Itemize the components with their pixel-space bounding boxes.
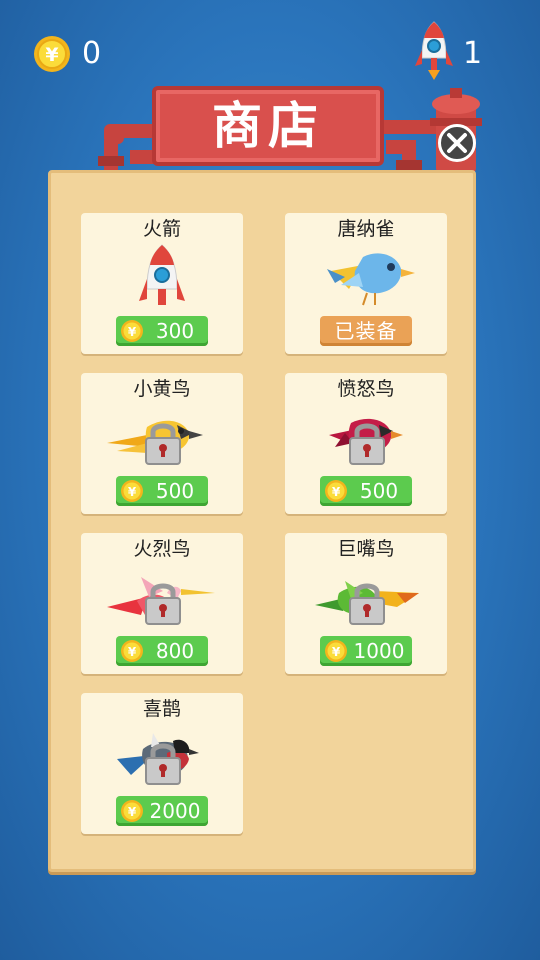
blue-bird-icon — [327, 253, 415, 306]
shop-item-yellow-bird[interactable]: 小黄鸟 ¥ 500 — [81, 373, 243, 514]
item-name: 火烈鸟 — [133, 538, 191, 560]
lock-icon — [145, 423, 181, 465]
item-name: 小黄鸟 — [133, 378, 191, 400]
close-button[interactable] — [438, 124, 476, 162]
price-button[interactable]: ¥ 500 — [320, 476, 412, 506]
yuan-coin-icon: ¥ — [121, 640, 143, 662]
page-title: 商店 — [212, 97, 324, 155]
close-icon — [447, 133, 467, 153]
item-name: 喜鹊 — [142, 698, 181, 720]
equipped-button[interactable]: 已装备 — [320, 316, 412, 346]
shop-item-blue-bird[interactable]: 唐纳雀 已装备 — [285, 213, 447, 354]
yuan-coin-icon: ¥ — [121, 320, 143, 342]
price-button[interactable]: ¥ 1000 — [320, 636, 412, 666]
svg-text:¥: ¥ — [128, 325, 137, 339]
shop-item-flamingo[interactable]: 火烈鸟 ¥ 800 — [81, 533, 243, 674]
item-name: 愤怒鸟 — [337, 378, 395, 400]
lock-icon — [349, 423, 385, 465]
price-button[interactable]: ¥ 2000 — [116, 796, 208, 826]
svg-text:¥: ¥ — [332, 645, 341, 659]
lock-icon — [145, 743, 181, 785]
item-name: 火箭 — [142, 218, 181, 240]
price-value: 2000 — [149, 799, 201, 823]
price-value: 800 — [155, 639, 195, 663]
price-value: 300 — [155, 319, 195, 343]
price-value: 500 — [155, 479, 195, 503]
shop-item-red-bird[interactable]: 愤怒鸟 ¥ 500 — [285, 373, 447, 514]
svg-text:¥: ¥ — [332, 485, 341, 499]
yuan-coin-icon: ¥ — [121, 480, 143, 502]
shop-item-toucan[interactable]: 巨嘴鸟 ¥ 1000 — [285, 533, 447, 674]
yuan-coin-icon: ¥ — [325, 480, 347, 502]
item-name: 巨嘴鸟 — [337, 538, 395, 560]
lock-icon — [145, 583, 181, 625]
svg-text:¥: ¥ — [128, 485, 137, 499]
price-value: 1000 — [353, 639, 405, 663]
rocket-icon — [139, 244, 185, 305]
price-value: 500 — [359, 479, 399, 503]
svg-text:¥: ¥ — [128, 645, 137, 659]
price-button[interactable]: ¥ 800 — [116, 636, 208, 666]
yuan-coin-icon: ¥ — [325, 640, 347, 662]
item-name: 唐纳雀 — [337, 218, 395, 240]
shop-panel: 火箭 ¥ 300 唐纳雀 已装备 小黄鸟 ¥ 500 愤怒鸟 ¥ 500 火烈鸟… — [48, 170, 476, 872]
lock-icon — [349, 583, 385, 625]
svg-text:¥: ¥ — [128, 805, 137, 819]
price-button[interactable]: ¥ 500 — [116, 476, 208, 506]
shop-item-rocket[interactable]: 火箭 ¥ 300 — [81, 213, 243, 354]
yuan-coin-icon: ¥ — [121, 800, 143, 822]
shop-item-magpie[interactable]: 喜鹊 ¥ 2000 — [81, 693, 243, 834]
price-button[interactable]: ¥ 300 — [116, 316, 208, 346]
